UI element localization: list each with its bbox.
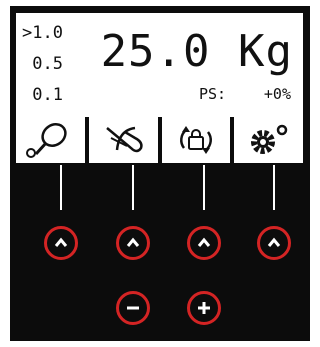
chevron-up-icon bbox=[54, 237, 68, 247]
chevron-up-icon bbox=[267, 237, 281, 247]
racket-icon bbox=[16, 117, 85, 163]
ps-value: +0% bbox=[263, 85, 291, 103]
minus-icon bbox=[127, 306, 139, 310]
settings-gear-icon bbox=[234, 117, 303, 163]
lcd-screen: >1.0 0.5 0.1 25.0 Kg PS: +0% bbox=[14, 11, 305, 165]
step-option: 0.5 bbox=[22, 54, 63, 74]
weight-readout: 25.0 Kg bbox=[100, 26, 293, 77]
up-button-2[interactable] bbox=[116, 226, 150, 260]
decrease-button[interactable] bbox=[116, 291, 150, 325]
lcd-icon-row bbox=[16, 117, 303, 163]
string-cut-icon bbox=[88, 117, 158, 163]
rotate-lock-icon bbox=[161, 117, 231, 163]
up-button-1[interactable] bbox=[44, 226, 78, 260]
up-button-4[interactable] bbox=[257, 226, 291, 260]
ps-label: PS: bbox=[199, 85, 227, 103]
up-button-3[interactable] bbox=[187, 226, 221, 260]
step-option: >1.0 bbox=[22, 23, 63, 43]
lcd-readout: >1.0 0.5 0.1 25.0 Kg PS: +0% bbox=[16, 13, 303, 117]
increase-button[interactable] bbox=[187, 291, 221, 325]
chevron-up-icon bbox=[126, 237, 140, 247]
plus-icon bbox=[198, 302, 210, 314]
chevron-up-icon bbox=[197, 237, 211, 247]
step-option: 0.1 bbox=[22, 85, 63, 105]
step-options: >1.0 0.5 0.1 bbox=[22, 18, 63, 111]
